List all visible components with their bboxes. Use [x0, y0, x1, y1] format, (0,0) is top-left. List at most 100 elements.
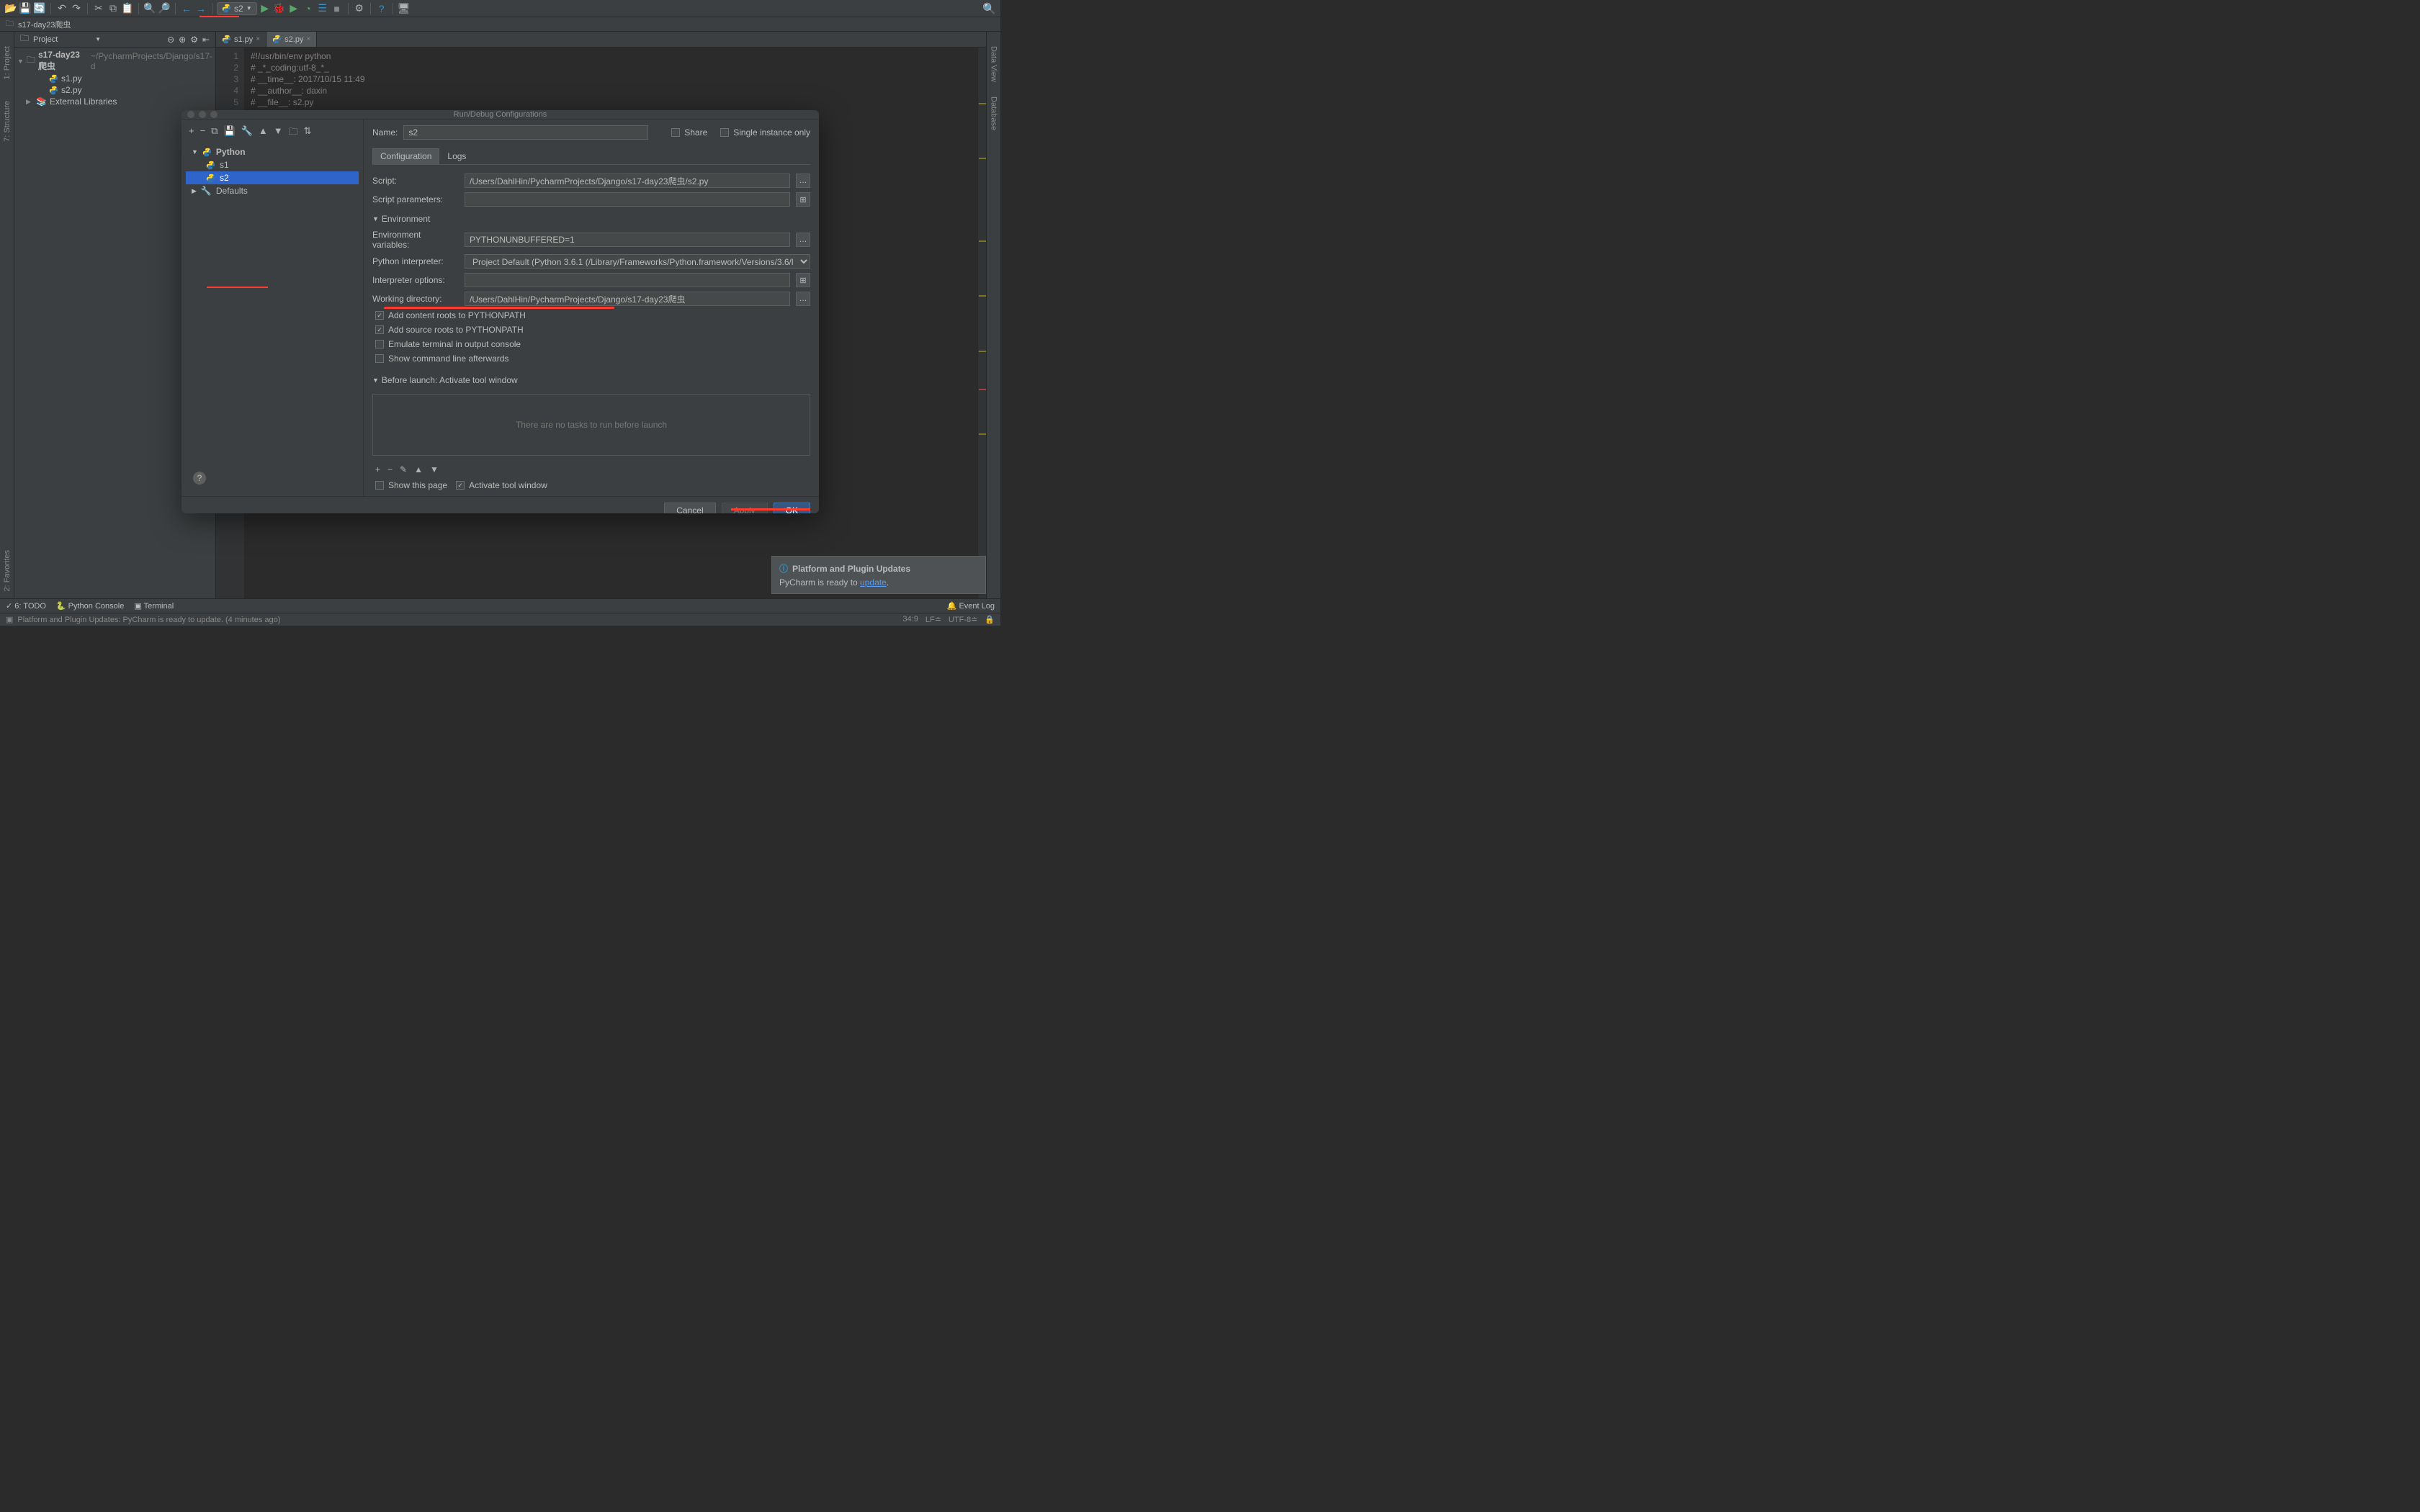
edit-icon[interactable]: ✎	[400, 464, 407, 474]
redo-icon[interactable]: ↷	[70, 2, 83, 15]
ssh-icon[interactable]: 🖥	[398, 2, 411, 15]
copy-icon[interactable]: ⧉	[211, 125, 218, 141]
up-icon[interactable]: ▲	[259, 125, 268, 141]
config-s1[interactable]: s1	[186, 158, 359, 171]
down-icon[interactable]: ▼	[430, 464, 439, 474]
browse-button[interactable]: …	[796, 292, 810, 306]
activate-tw-check[interactable]: Activate tool window	[453, 480, 547, 490]
single-instance-check[interactable]: Single instance only	[717, 127, 810, 138]
interp-select[interactable]: Project Default (Python 3.6.1 (/Library/…	[465, 254, 810, 269]
window-icon[interactable]: ▣	[6, 615, 13, 624]
chevron-down-icon[interactable]: ▼	[95, 36, 101, 42]
paste-icon[interactable]: 📋	[121, 2, 134, 15]
python-console-tool[interactable]: 🐍 Python Console	[56, 601, 124, 611]
tool-favorites[interactable]: 2: Favorites	[3, 550, 12, 591]
project-panel-title[interactable]: Project	[33, 35, 91, 44]
update-link[interactable]: update	[860, 577, 887, 588]
project-root[interactable]: ▼ 🗀 s17-day23爬虫 ~/PycharmProjects/Django…	[14, 49, 215, 73]
forward-icon[interactable]: →	[194, 2, 207, 15]
save-icon[interactable]: 💾	[223, 125, 235, 141]
expand-icon[interactable]: ⊕	[179, 35, 186, 45]
dialog-title-bar[interactable]: Run/Debug Configurations	[182, 110, 819, 120]
tab-configuration[interactable]: Configuration	[372, 148, 439, 164]
envvars-input[interactable]	[465, 233, 790, 247]
todo-tool[interactable]: ✓ 6: TODO	[6, 601, 46, 611]
sort-icon[interactable]: ⇅	[304, 125, 312, 141]
tool-structure[interactable]: 7: Structure	[3, 101, 12, 142]
tool-project[interactable]: 1: Project	[3, 46, 12, 79]
tab-logs[interactable]: Logs	[439, 148, 474, 164]
expand-button[interactable]: ⊞	[796, 273, 810, 287]
window-controls[interactable]	[187, 111, 218, 118]
folder-icon[interactable]: 🗀	[289, 125, 298, 141]
browse-button[interactable]: …	[796, 174, 810, 188]
cut-icon[interactable]: ✂	[92, 2, 105, 15]
defaults-group[interactable]: ▶ 🔧 Defaults	[186, 184, 359, 197]
remove-icon[interactable]: −	[200, 125, 206, 141]
coverage-icon[interactable]: ▶	[287, 2, 300, 15]
share-check[interactable]: Share	[668, 127, 707, 138]
down-icon[interactable]: ▼	[274, 125, 283, 141]
settings-icon[interactable]: ⚙	[190, 35, 198, 45]
help-icon[interactable]: ?	[375, 2, 388, 15]
cancel-button[interactable]: Cancel	[664, 503, 715, 513]
show-page-check[interactable]: Show this page	[372, 480, 447, 490]
sync-icon[interactable]: 🔄	[33, 2, 46, 15]
file-s2[interactable]: s2.py	[14, 84, 215, 96]
breadcrumb-project[interactable]: s17-day23爬虫	[18, 19, 71, 30]
env-section[interactable]: ▼Environment	[372, 214, 810, 224]
search-everywhere-icon[interactable]: 🔍	[982, 2, 996, 15]
file-s1[interactable]: s1.py	[14, 73, 215, 84]
tool-dataview[interactable]: Data View	[990, 46, 998, 82]
cursor-position[interactable]: 34:9	[902, 615, 918, 624]
python-group[interactable]: ▼ Python	[186, 145, 359, 158]
event-log-tool[interactable]: 🔔 Event Log	[947, 601, 995, 611]
params-input[interactable]	[465, 192, 790, 207]
stop-icon[interactable]: ■	[331, 2, 344, 15]
open-icon[interactable]: 📂	[4, 2, 17, 15]
remove-icon[interactable]: −	[387, 464, 393, 474]
debug-icon[interactable]: 🐞	[273, 2, 286, 15]
external-libraries[interactable]: ▶ 📚 External Libraries	[14, 96, 215, 107]
find-icon[interactable]: 🔍	[143, 2, 156, 15]
add-content-check[interactable]: Add content roots to PYTHONPATH	[372, 310, 810, 320]
add-icon[interactable]: +	[189, 125, 194, 141]
vcs-icon[interactable]: ⚙	[353, 2, 366, 15]
save-icon[interactable]: 💾	[19, 2, 32, 15]
tab-s1[interactable]: s1.py ×	[216, 32, 266, 47]
add-source-check[interactable]: Add source roots to PYTHONPATH	[372, 325, 810, 335]
interp-opts-input[interactable]	[465, 273, 790, 287]
script-input[interactable]	[465, 174, 790, 188]
tab-s2[interactable]: s2.py ×	[266, 32, 317, 47]
emulate-check[interactable]: Emulate terminal in output console	[372, 339, 810, 349]
encoding[interactable]: UTF-8≐	[949, 615, 977, 624]
collapse-icon[interactable]: ⊖	[167, 35, 174, 45]
browse-button[interactable]: …	[796, 233, 810, 247]
run-config-selector[interactable]: s2 ▼	[217, 2, 257, 15]
config-s2[interactable]: s2	[186, 171, 359, 184]
tool-database[interactable]: Database	[990, 96, 998, 130]
marker-strip[interactable]	[977, 48, 986, 598]
expand-button[interactable]: ⊞	[796, 192, 810, 207]
close-icon[interactable]: ×	[256, 35, 260, 43]
showcmd-check[interactable]: Show command line afterwards	[372, 354, 810, 364]
help-button[interactable]: ?	[186, 464, 359, 492]
line-separator[interactable]: LF≐	[926, 615, 941, 624]
lock-icon[interactable]: 🔒	[985, 615, 995, 624]
hide-icon[interactable]: ⇤	[202, 35, 210, 45]
concurrency-icon[interactable]: ☰	[316, 2, 329, 15]
run-icon[interactable]: ▶	[259, 2, 272, 15]
up-icon[interactable]: ▲	[414, 464, 423, 474]
undo-icon[interactable]: ↶	[55, 2, 68, 15]
copy-icon[interactable]: ⧉	[107, 2, 120, 15]
workdir-input[interactable]	[465, 292, 790, 306]
terminal-tool[interactable]: ▣ Terminal	[134, 601, 174, 611]
add-icon[interactable]: +	[375, 464, 380, 474]
close-icon[interactable]: ×	[306, 35, 310, 43]
name-input[interactable]	[403, 125, 648, 140]
before-launch-section[interactable]: ▼Before launch: Activate tool window	[372, 375, 810, 385]
wrench-icon[interactable]: 🔧	[241, 125, 253, 141]
update-notification[interactable]: ⓘPlatform and Plugin Updates PyCharm is …	[771, 556, 986, 594]
profile-icon[interactable]: ◔	[302, 2, 315, 15]
replace-icon[interactable]: 🔎	[158, 2, 171, 15]
